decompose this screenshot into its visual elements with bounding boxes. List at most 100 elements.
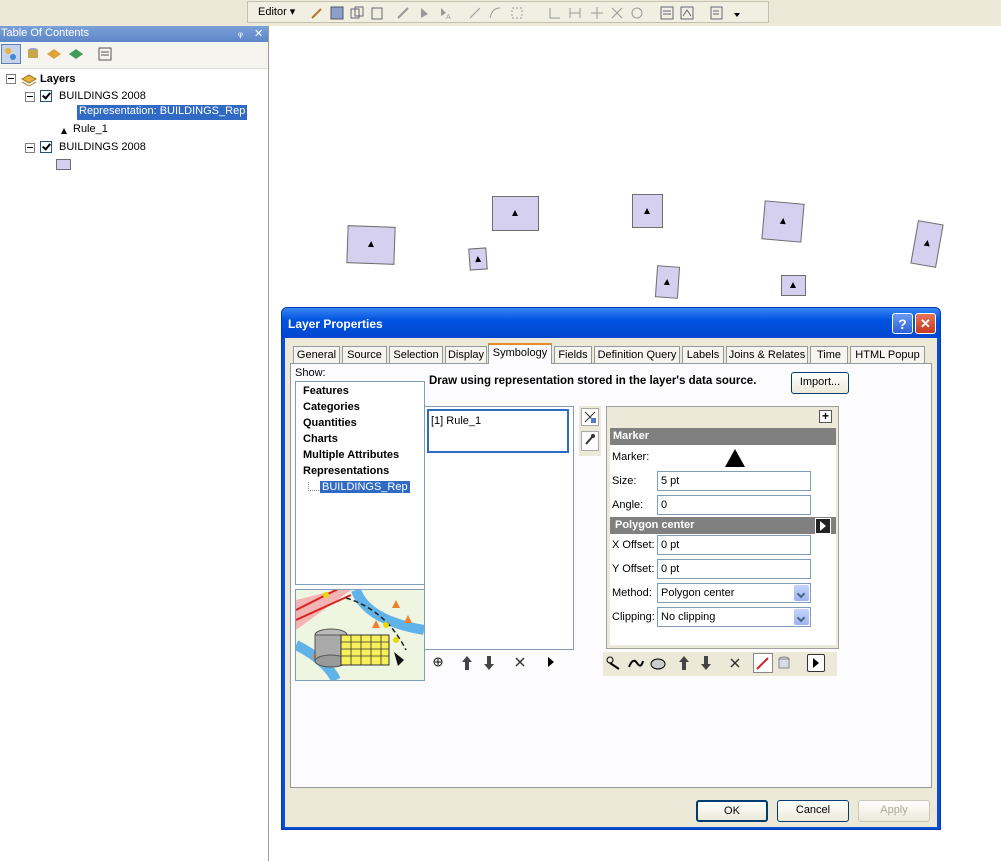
marker-triangle	[367, 240, 375, 248]
tab-html-popup[interactable]: HTML Popup	[850, 346, 925, 363]
apply-button[interactable]: Apply	[858, 800, 930, 822]
chevron-down-icon[interactable]	[794, 585, 809, 601]
tree-connector	[308, 482, 319, 491]
add-marker-layer-icon[interactable]	[605, 655, 623, 674]
method-label: Method:	[612, 587, 652, 599]
attributes-icon[interactable]	[660, 6, 674, 20]
move-down-icon[interactable]	[482, 655, 496, 674]
show-item-features[interactable]: Features	[303, 385, 349, 397]
move-up-icon[interactable]	[460, 655, 474, 674]
tab-definition-query[interactable]: Definition Query	[594, 346, 680, 363]
collapse-layer-1-toggle[interactable]	[25, 92, 35, 102]
snapping-icon[interactable]	[548, 6, 562, 20]
tab-display[interactable]: Display	[445, 346, 487, 363]
straight-segment-icon[interactable]	[468, 6, 482, 20]
point-tool-icon[interactable]	[510, 6, 524, 20]
override-icon[interactable]	[753, 653, 773, 673]
add-fill-layer-icon[interactable]	[649, 655, 667, 674]
add-rule-icon[interactable]	[432, 656, 444, 671]
save-edits-icon[interactable]	[330, 6, 344, 20]
rule-menu-arrow-icon[interactable]	[546, 656, 556, 671]
move-layer-up-icon[interactable]	[677, 655, 691, 674]
show-item-buildings-rep[interactable]: BUILDINGS_Rep	[320, 481, 410, 493]
building-polygon	[654, 265, 681, 299]
list-by-visibility-icon[interactable]	[46, 46, 62, 65]
list-by-drawing-order-icon[interactable]	[1, 44, 21, 64]
edit-tool-icon[interactable]	[418, 6, 432, 20]
annotation-tool-icon[interactable]: A	[438, 6, 452, 21]
rule-label[interactable]: Rule_1	[73, 123, 108, 135]
symbology-description: Draw using representation stored in the …	[429, 375, 757, 387]
show-list[interactable]: Features Categories Quantities Charts Mu…	[295, 381, 425, 585]
collapse-layer-2-toggle[interactable]	[25, 143, 35, 153]
marker-layer-icon[interactable]	[581, 431, 599, 451]
polygon-symbol-swatch[interactable]	[56, 159, 71, 170]
layer-2-name[interactable]: BUILDINGS 2008	[59, 141, 146, 153]
show-item-multiple-attributes[interactable]: Multiple Attributes	[303, 449, 399, 461]
move-layer-down-icon[interactable]	[699, 655, 713, 674]
rule-item-selected[interactable]: [1] Rule_1	[427, 409, 569, 453]
show-item-categories[interactable]: Categories	[303, 401, 360, 413]
clipping-select[interactable]: No clipping	[657, 607, 811, 627]
list-by-source-icon[interactable]	[25, 46, 41, 65]
x-offset-input[interactable]: 0 pt	[657, 535, 811, 555]
show-item-charts[interactable]: Charts	[303, 433, 338, 445]
import-button[interactable]: Import...	[791, 372, 849, 394]
tab-general[interactable]: General	[293, 346, 340, 363]
ok-button[interactable]: OK	[696, 800, 768, 822]
sketch-tool-icon[interactable]	[310, 6, 324, 20]
rotate-tool-icon[interactable]	[590, 6, 604, 20]
tab-symbology[interactable]: Symbology	[488, 343, 552, 364]
reshape-icon[interactable]	[630, 6, 644, 20]
delete-layer-icon[interactable]	[729, 657, 741, 672]
split-tool-icon[interactable]	[568, 6, 582, 20]
cancel-button[interactable]: Cancel	[777, 800, 849, 822]
tab-joins-relates[interactable]: Joins & Relates	[726, 346, 808, 363]
size-input[interactable]: 5 pt	[657, 471, 811, 491]
copy-features-icon[interactable]	[350, 6, 364, 20]
create-features-icon[interactable]	[710, 6, 724, 20]
curve-segment-icon[interactable]	[488, 6, 502, 20]
close-icon[interactable]: ✕	[254, 27, 263, 40]
editor-menu-button[interactable]: Editor ▾	[258, 5, 295, 18]
layer-2-visibility-checkbox[interactable]	[40, 141, 52, 153]
tab-selection[interactable]: Selection	[389, 346, 443, 363]
method-select[interactable]: Polygon center	[657, 583, 811, 603]
options-icon[interactable]	[97, 46, 113, 65]
tab-labels[interactable]: Labels	[682, 346, 724, 363]
list-by-selection-icon[interactable]	[68, 46, 84, 65]
edit-vertices-icon[interactable]	[396, 6, 410, 20]
show-item-quantities[interactable]: Quantities	[303, 417, 357, 429]
collapse-layers-toggle[interactable]	[6, 74, 16, 84]
add-stroke-layer-icon[interactable]	[627, 655, 645, 674]
close-button[interactable]: ✕	[915, 313, 936, 334]
symbology-preview-image	[295, 589, 425, 681]
section-menu-arrow-icon[interactable]	[815, 518, 831, 534]
expand-all-button[interactable]: +	[819, 410, 832, 423]
layer-menu-arrow-icon[interactable]	[807, 654, 825, 672]
show-item-representations[interactable]: Representations	[303, 465, 389, 477]
pin-icon[interactable]: ᵩ	[238, 27, 243, 39]
layer-1-name[interactable]: BUILDINGS 2008	[59, 90, 146, 102]
help-button[interactable]: ?	[892, 313, 913, 334]
tab-source[interactable]: Source	[342, 346, 387, 363]
marker-symbol-preview[interactable]	[724, 448, 746, 471]
marker-triangle	[644, 208, 650, 214]
tab-fields[interactable]: Fields	[554, 346, 592, 363]
symbology-panel: Show: Features Categories Quantities Cha…	[290, 363, 932, 788]
tab-time[interactable]: Time	[810, 346, 848, 363]
cut-polygons-icon[interactable]	[610, 6, 624, 20]
delete-rule-icon[interactable]	[514, 656, 526, 671]
toolbar-options-icon[interactable]	[732, 10, 746, 24]
rules-list[interactable]: [1] Rule_1	[424, 406, 574, 650]
sketch-properties-icon[interactable]	[680, 6, 694, 20]
building-polygon	[910, 220, 944, 268]
chevron-down-icon[interactable]	[794, 609, 809, 625]
representation-item[interactable]: Representation: BUILDINGS_Rep	[77, 105, 248, 120]
paste-features-icon[interactable]	[370, 6, 384, 20]
geometric-effects-icon[interactable]	[581, 408, 599, 426]
angle-input[interactable]: 0	[657, 495, 811, 515]
y-offset-input[interactable]: 0 pt	[657, 559, 811, 579]
database-icon[interactable]	[777, 655, 791, 674]
layer-1-visibility-checkbox[interactable]	[40, 90, 52, 102]
